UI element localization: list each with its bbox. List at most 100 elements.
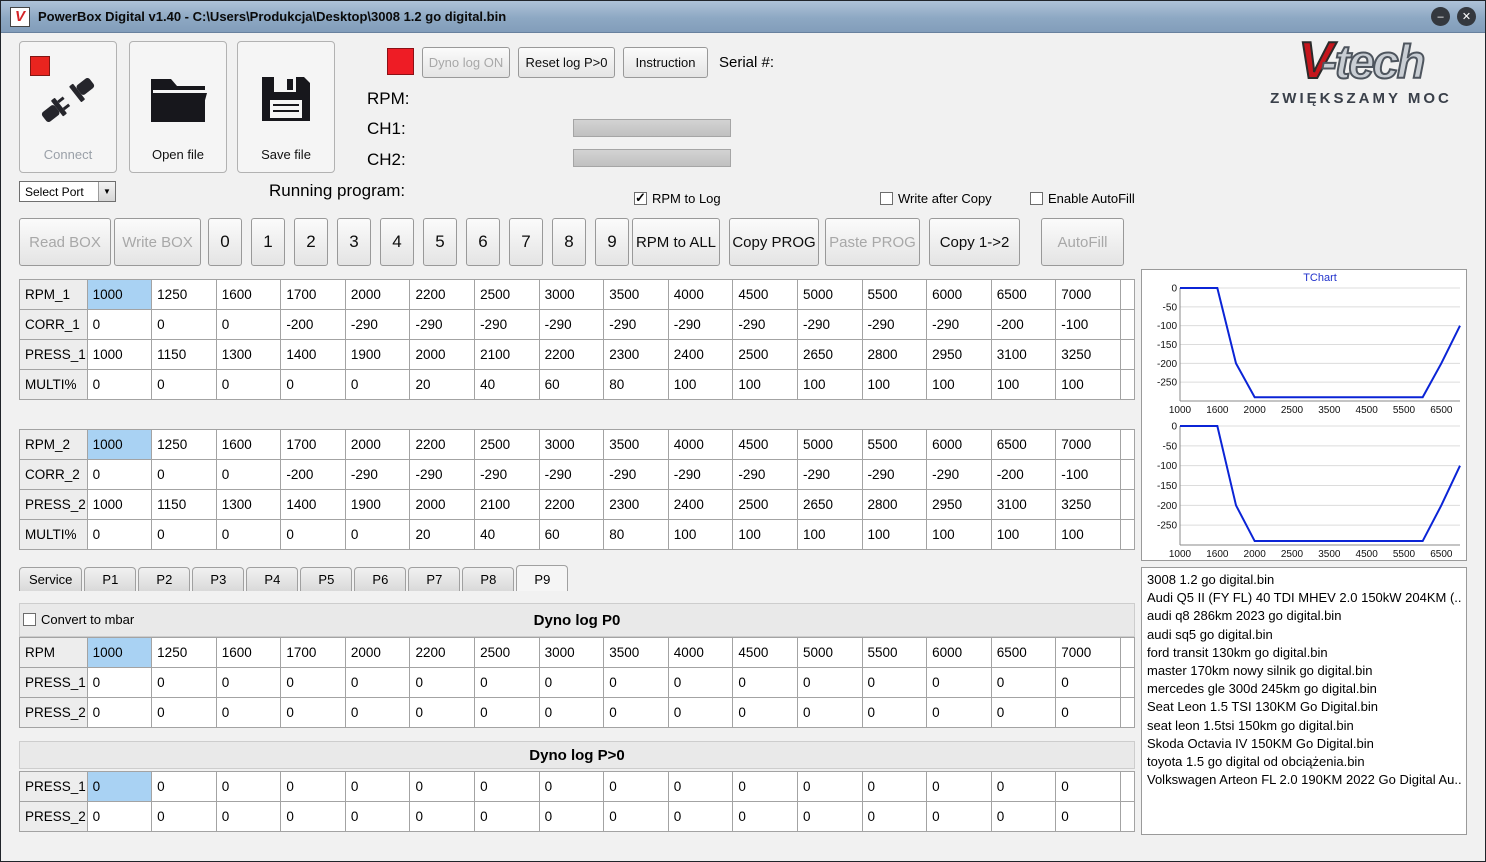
file-list-item[interactable]: Skoda Octavia IV 150KM Go Digital.bin <box>1147 735 1461 753</box>
file-list-item[interactable]: Audi Q5 II (FY FL) 40 TDI MHEV 2.0 150kW… <box>1147 589 1461 607</box>
cell-PRESS_1-12[interactable]: 0 <box>861 667 928 698</box>
cell-PRESS_2-2[interactable]: 0 <box>215 801 282 832</box>
cell-RPM_1-7[interactable]: 3000 <box>538 279 605 310</box>
cell-RPM_1-0[interactable]: 1000 <box>86 279 153 310</box>
cell-RPM_1-12[interactable]: 5500 <box>861 279 928 310</box>
cell-CORR_1-14[interactable]: -200 <box>990 309 1057 340</box>
cell-CORR_1-12[interactable]: -290 <box>861 309 928 340</box>
cell-CORR_1-4[interactable]: -290 <box>344 309 411 340</box>
digit-button-0[interactable]: 0 <box>208 218 242 266</box>
cell-PRESS_1-2[interactable]: 1300 <box>215 339 282 370</box>
cell-PRESS_1-9[interactable]: 0 <box>667 667 734 698</box>
cell-MULTI%-6[interactable]: 40 <box>474 519 540 550</box>
cell-PRESS_2-14[interactable]: 3100 <box>990 489 1057 520</box>
cell-MULTI%-8[interactable]: 80 <box>603 519 669 550</box>
file-list-item[interactable]: master 170km nowy silnik go digital.bin <box>1147 662 1461 680</box>
cell-PRESS_2-12[interactable]: 2800 <box>861 489 928 520</box>
cell-PRESS_1-7[interactable]: 0 <box>538 771 605 802</box>
cell-PRESS_2-0[interactable]: 0 <box>86 697 153 728</box>
cell-PRESS_2-4[interactable]: 0 <box>344 801 411 832</box>
cell-CORR_2-10[interactable]: -290 <box>732 459 798 490</box>
cell-RPM-0[interactable]: 1000 <box>86 637 153 668</box>
cell-PRESS_2-10[interactable]: 0 <box>732 697 798 728</box>
file-list-item[interactable]: Seat Leon 1.5 TSI 130KM Go Digital.bin <box>1147 698 1461 716</box>
cell-MULTI%-3[interactable]: 0 <box>280 369 346 400</box>
cell-RPM_2-1[interactable]: 1250 <box>151 429 217 460</box>
cell-RPM_1-6[interactable]: 2500 <box>474 279 540 310</box>
cell-PRESS_1-4[interactable]: 0 <box>344 771 411 802</box>
cell-RPM_2-9[interactable]: 4000 <box>667 429 734 460</box>
cell-PRESS_1-15[interactable]: 0 <box>1055 771 1121 802</box>
cell-RPM_2-6[interactable]: 2500 <box>474 429 540 460</box>
digit-button-1[interactable]: 1 <box>251 218 285 266</box>
select-port-dropdown[interactable]: Select Port ▼ <box>19 181 116 202</box>
cell-MULTI%-15[interactable]: 100 <box>1055 519 1121 550</box>
tab-p1[interactable]: P1 <box>84 567 137 591</box>
cell-RPM_1-10[interactable]: 4500 <box>732 279 798 310</box>
file-list-item[interactable]: Volkswagen Arteon FL 2.0 190KM 2022 Go D… <box>1147 771 1461 789</box>
cell-CORR_2-5[interactable]: -290 <box>409 459 476 490</box>
cell-RPM_2-3[interactable]: 1700 <box>280 429 346 460</box>
cell-PRESS_2-15[interactable]: 3250 <box>1055 489 1121 520</box>
cell-PRESS_1-7[interactable]: 2200 <box>538 339 605 370</box>
file-list-item[interactable]: seat leon 1.5tsi 150km go digital.bin <box>1147 717 1461 735</box>
write-box-button[interactable]: Write BOX <box>114 218 201 266</box>
file-list-item[interactable]: ford transit 130km go digital.bin <box>1147 644 1461 662</box>
copy-prog-button[interactable]: Copy PROG <box>729 218 819 266</box>
cell-MULTI%-4[interactable]: 0 <box>344 369 411 400</box>
cell-PRESS_1-1[interactable]: 0 <box>151 771 217 802</box>
cell-PRESS_1-5[interactable]: 0 <box>409 771 476 802</box>
cell-MULTI%-0[interactable]: 0 <box>86 369 153 400</box>
cell-CORR_1-5[interactable]: -290 <box>409 309 476 340</box>
cell-PRESS_2-15[interactable]: 0 <box>1055 801 1121 832</box>
cell-MULTI%-2[interactable]: 0 <box>215 369 282 400</box>
cell-PRESS_2-0[interactable]: 0 <box>86 801 153 832</box>
cell-PRESS_2-13[interactable]: 0 <box>926 697 992 728</box>
cell-PRESS_2-9[interactable]: 0 <box>667 697 734 728</box>
cell-PRESS_2-3[interactable]: 1400 <box>280 489 346 520</box>
cell-RPM-9[interactable]: 4000 <box>667 637 734 668</box>
cell-PRESS_2-4[interactable]: 1900 <box>344 489 411 520</box>
cell-RPM_2-5[interactable]: 2200 <box>409 429 476 460</box>
cell-RPM-14[interactable]: 6500 <box>990 637 1057 668</box>
cell-PRESS_1-14[interactable]: 3100 <box>990 339 1057 370</box>
cell-RPM_2-7[interactable]: 3000 <box>538 429 605 460</box>
cell-PRESS_1-0[interactable]: 1000 <box>86 339 153 370</box>
cell-MULTI%-13[interactable]: 100 <box>926 519 992 550</box>
cell-PRESS_1-6[interactable]: 0 <box>474 667 540 698</box>
cell-PRESS_2-6[interactable]: 0 <box>474 801 540 832</box>
cell-MULTI%-12[interactable]: 100 <box>861 369 928 400</box>
cell-MULTI%-4[interactable]: 0 <box>344 519 411 550</box>
save-file-button[interactable]: Save file <box>237 41 335 173</box>
cell-RPM-7[interactable]: 3000 <box>538 637 605 668</box>
cell-RPM-2[interactable]: 1600 <box>215 637 282 668</box>
file-list-item[interactable]: audi q8 286km 2023 go digital.bin <box>1147 607 1461 625</box>
cell-CORR_2-15[interactable]: -100 <box>1055 459 1121 490</box>
cell-RPM-1[interactable]: 1250 <box>151 637 217 668</box>
cell-RPM_1-15[interactable]: 7000 <box>1055 279 1121 310</box>
cell-RPM-10[interactable]: 4500 <box>732 637 798 668</box>
cell-CORR_1-8[interactable]: -290 <box>603 309 669 340</box>
cell-MULTI%-3[interactable]: 0 <box>280 519 346 550</box>
cell-CORR_1-3[interactable]: -200 <box>280 309 346 340</box>
cell-PRESS_1-0[interactable]: 0 <box>86 667 153 698</box>
cell-RPM_2-8[interactable]: 3500 <box>603 429 669 460</box>
cell-PRESS_2-15[interactable]: 0 <box>1055 697 1121 728</box>
tab-p8[interactable]: P8 <box>462 567 515 591</box>
cell-MULTI%-13[interactable]: 100 <box>926 369 992 400</box>
rpm-to-all-button[interactable]: RPM to ALL <box>632 218 720 266</box>
cell-PRESS_1-14[interactable]: 0 <box>990 667 1057 698</box>
cell-MULTI%-7[interactable]: 60 <box>538 519 605 550</box>
cell-CORR_1-0[interactable]: 0 <box>86 309 153 340</box>
cell-PRESS_1-1[interactable]: 0 <box>151 667 217 698</box>
cell-RPM-3[interactable]: 1700 <box>280 637 346 668</box>
file-list-item[interactable]: 3008 1.2 go digital.bin <box>1147 571 1461 589</box>
cell-PRESS_1-3[interactable]: 0 <box>280 771 346 802</box>
cell-PRESS_2-8[interactable]: 0 <box>603 697 669 728</box>
cell-MULTI%-1[interactable]: 0 <box>151 369 217 400</box>
cell-CORR_1-1[interactable]: 0 <box>151 309 217 340</box>
open-file-button[interactable]: Open file <box>129 41 227 173</box>
cell-PRESS_2-12[interactable]: 0 <box>861 801 928 832</box>
cell-PRESS_2-2[interactable]: 1300 <box>215 489 282 520</box>
cell-RPM-8[interactable]: 3500 <box>603 637 669 668</box>
